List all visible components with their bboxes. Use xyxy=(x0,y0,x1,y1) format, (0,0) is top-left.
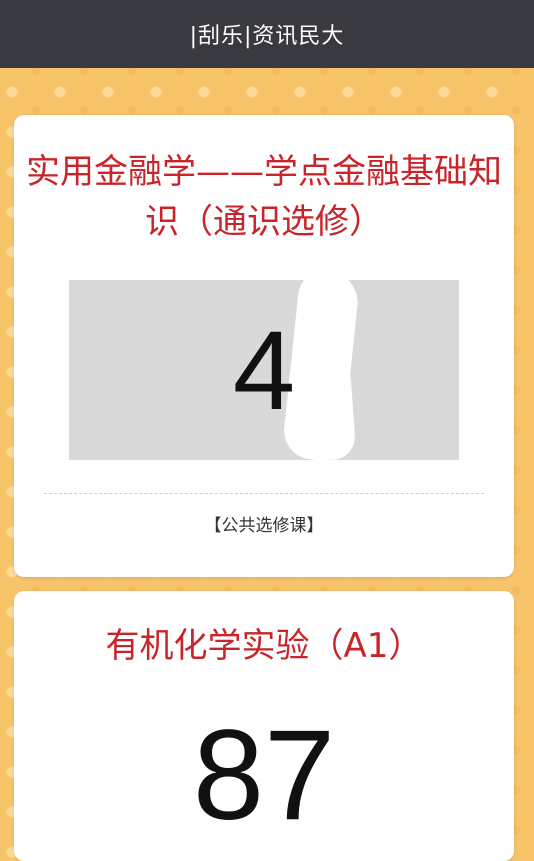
course-title: 实用金融学——学点金融基础知识（通识选修） xyxy=(26,152,502,242)
page-title: |刮乐|资讯民大 xyxy=(189,24,345,49)
divider xyxy=(44,493,484,494)
course-score: 4 xyxy=(232,307,296,433)
course-category: 【公共选修课】 xyxy=(204,516,324,536)
score-box: 4 xyxy=(69,267,459,463)
course-card[interactable]: 实用金融学——学点金融基础知识（通识选修） 4 【公共选修课】 xyxy=(14,115,514,577)
course-title: 有机化学实验（A1） xyxy=(105,626,423,666)
header-bar: |刮乐|资讯民大 xyxy=(0,0,534,68)
course-card[interactable]: 有机化学实验（A1） 87 xyxy=(14,591,514,861)
course-score: 87 xyxy=(192,704,336,847)
